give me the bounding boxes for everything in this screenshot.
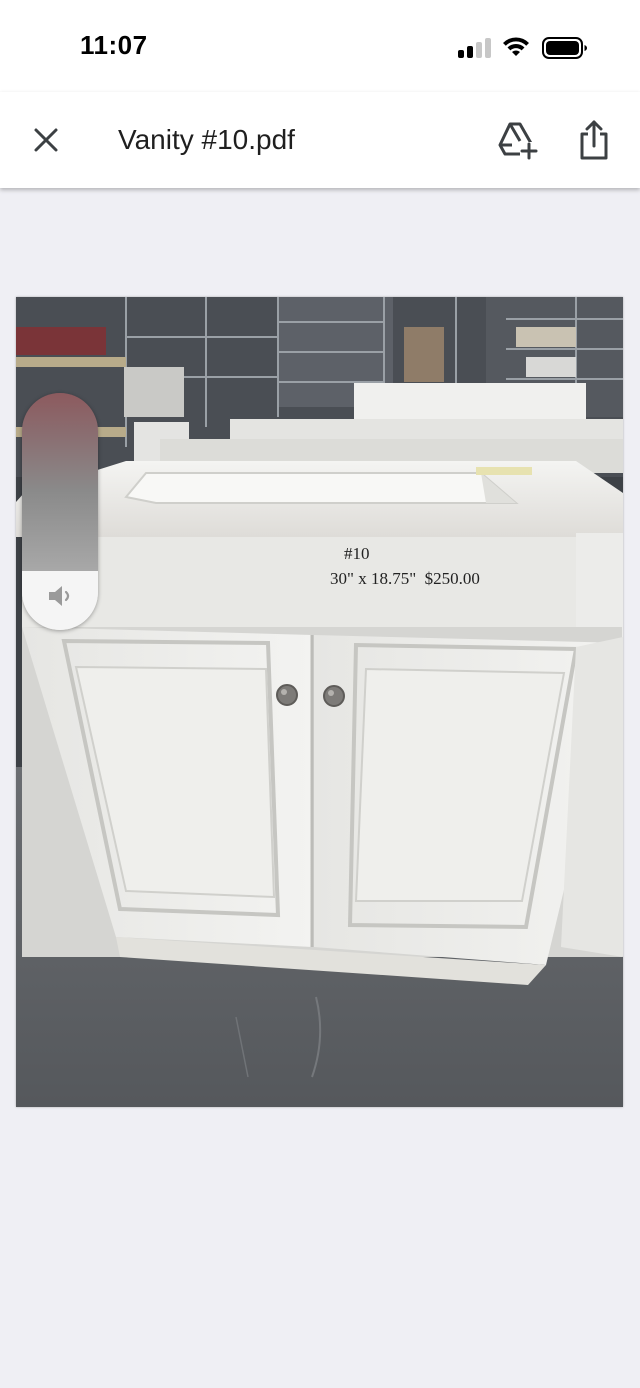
- speaker-icon[interactable]: [46, 583, 76, 609]
- document-header: Vanity #10.pdf: [0, 92, 640, 188]
- status-bar: 11:07: [0, 0, 640, 92]
- add-to-drive-icon[interactable]: [496, 120, 538, 160]
- volume-level-fill[interactable]: [22, 393, 98, 571]
- photo-caption-spec: 30" x 18.75" $250.00: [330, 569, 480, 588]
- vanity-photo: [16, 297, 623, 1107]
- document-title: Vanity #10.pdf: [118, 124, 295, 155]
- pdf-viewer[interactable]: #10 30" x 18.75" $250.00: [0, 188, 640, 1388]
- photo-caption-id: #10: [344, 544, 370, 563]
- share-icon[interactable]: [576, 118, 612, 162]
- cellular-signal-icon: [458, 38, 492, 58]
- wifi-icon: [503, 37, 529, 56]
- audio-volume-control[interactable]: [22, 393, 98, 630]
- status-time: 11:07: [80, 30, 148, 60]
- close-icon[interactable]: [28, 122, 64, 158]
- pdf-page[interactable]: #10 30" x 18.75" $250.00: [16, 297, 623, 1107]
- battery-icon: [542, 37, 587, 59]
